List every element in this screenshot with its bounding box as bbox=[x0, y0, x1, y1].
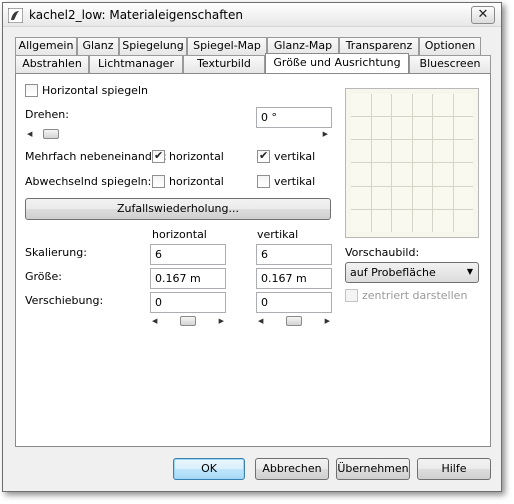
offset-vertical-input[interactable]: 0 bbox=[256, 292, 332, 313]
scroll-left-icon[interactable]: ◀ bbox=[27, 128, 32, 140]
close-button[interactable]: ✕ bbox=[471, 6, 495, 24]
offset-horizontal-slider[interactable]: ◀ ▶ bbox=[150, 315, 226, 327]
tab-row-bottom: Abstrahlen Lichtmanager Texturbild Größe… bbox=[15, 53, 491, 73]
tab-bluescreen[interactable]: Bluescreen bbox=[409, 55, 491, 73]
tab-allgemein[interactable]: Allgemein bbox=[15, 37, 77, 55]
app-logo-icon bbox=[8, 8, 23, 23]
scroll-left-icon[interactable]: ◀ bbox=[152, 315, 157, 327]
title-bar[interactable]: kachel2_low: Materialeigenschaften ✕ bbox=[3, 3, 501, 27]
tab-optionen[interactable]: Optionen bbox=[419, 37, 481, 55]
tab-abstrahlen[interactable]: Abstrahlen bbox=[15, 55, 89, 73]
tile-horizontal-checkbox[interactable] bbox=[152, 149, 165, 163]
alt-mirror-horizontal-label: horizontal bbox=[169, 175, 224, 188]
tile-vertical-checkbox[interactable] bbox=[257, 149, 270, 163]
offset-label: Verschiebung: bbox=[25, 294, 104, 307]
offset-horizontal-input[interactable]: 0 bbox=[150, 292, 226, 313]
rotate-input[interactable]: 0 ° bbox=[256, 107, 332, 128]
preview-label: Vorschaubild: bbox=[345, 246, 420, 259]
tab-spiegelung[interactable]: Spiegelung bbox=[119, 37, 187, 55]
close-icon: ✕ bbox=[477, 7, 489, 22]
tab-row-top: Allgemein Glanz Spiegelung Spiegel-Map G… bbox=[15, 37, 481, 55]
help-button[interactable]: Hilfe bbox=[417, 458, 491, 480]
ok-button[interactable]: OK bbox=[173, 458, 245, 480]
apply-button[interactable]: Übernehmen bbox=[336, 458, 410, 480]
window-title: kachel2_low: Materialeigenschaften bbox=[29, 8, 243, 22]
tile-label: Mehrfach nebeneinander: bbox=[25, 150, 167, 163]
rotate-label: Drehen: bbox=[25, 108, 69, 121]
scroll-right-icon[interactable]: ▶ bbox=[325, 315, 330, 327]
chevron-down-icon: ▼ bbox=[466, 267, 473, 276]
texture-preview bbox=[345, 88, 479, 238]
size-horizontal-input[interactable]: 0.167 m bbox=[150, 268, 226, 289]
mirror-horizontal-checkbox[interactable] bbox=[25, 84, 38, 97]
scaling-vertical-input[interactable]: 6 bbox=[256, 244, 332, 265]
alt-mirror-vertical-label: vertikal bbox=[274, 175, 316, 188]
center-display-checkbox[interactable] bbox=[345, 289, 358, 302]
dialog-window: kachel2_low: Materialeigenschaften ✕ All… bbox=[2, 2, 502, 492]
alt-mirror-label: Abwechselnd spiegeln: bbox=[25, 175, 152, 188]
tab-control: Allgemein Glanz Spiegelung Spiegel-Map G… bbox=[15, 37, 491, 447]
alt-mirror-vertical-checkbox[interactable] bbox=[257, 175, 270, 188]
tile-vertical-label: vertikal bbox=[274, 150, 316, 163]
tab-spiegel-map[interactable]: Spiegel-Map bbox=[187, 37, 267, 55]
rotate-slider[interactable]: ◀ ▶ bbox=[25, 128, 330, 140]
offset-vertical-slider-thumb[interactable] bbox=[286, 316, 302, 326]
center-display-label: zentriert darstellen bbox=[362, 289, 468, 302]
tab-lichtmanager[interactable]: Lichtmanager bbox=[89, 55, 183, 73]
cancel-button[interactable]: Abbrechen bbox=[255, 458, 329, 480]
random-repeat-button[interactable]: Zufallswiederholung... bbox=[25, 198, 331, 220]
tab-glanz[interactable]: Glanz bbox=[77, 37, 119, 55]
column-header-horizontal: horizontal bbox=[152, 228, 207, 241]
scroll-right-icon[interactable]: ▶ bbox=[323, 128, 328, 140]
column-header-vertical: vertikal bbox=[257, 228, 299, 241]
alt-mirror-horizontal-checkbox[interactable] bbox=[152, 175, 165, 188]
offset-vertical-slider[interactable]: ◀ ▶ bbox=[256, 315, 332, 327]
preview-mode-value: auf Probefläche bbox=[350, 266, 436, 279]
scaling-horizontal-input[interactable]: 6 bbox=[150, 244, 226, 265]
mirror-horizontal-label: Horizontal spiegeln bbox=[42, 84, 148, 97]
tile-horizontal-label: horizontal bbox=[169, 150, 224, 163]
offset-horizontal-slider-thumb[interactable] bbox=[180, 316, 196, 326]
preview-mode-select[interactable]: auf Probefläche ▼ bbox=[345, 262, 479, 283]
scaling-label: Skalierung: bbox=[25, 246, 87, 259]
tab-panel: Horizontal spiegeln Drehen: 0 ° ◀ ▶ Mehr… bbox=[15, 73, 491, 447]
preview-tile-grid bbox=[351, 94, 473, 232]
rotate-slider-thumb[interactable] bbox=[43, 129, 59, 139]
scroll-left-icon[interactable]: ◀ bbox=[258, 315, 263, 327]
tab-groesse-ausrichtung[interactable]: Größe und Ausrichtung bbox=[265, 53, 409, 73]
size-label: Größe: bbox=[25, 270, 62, 283]
tab-texturbild[interactable]: Texturbild bbox=[183, 55, 265, 73]
size-vertical-input[interactable]: 0.167 m bbox=[256, 268, 332, 289]
scroll-right-icon[interactable]: ▶ bbox=[219, 315, 224, 327]
